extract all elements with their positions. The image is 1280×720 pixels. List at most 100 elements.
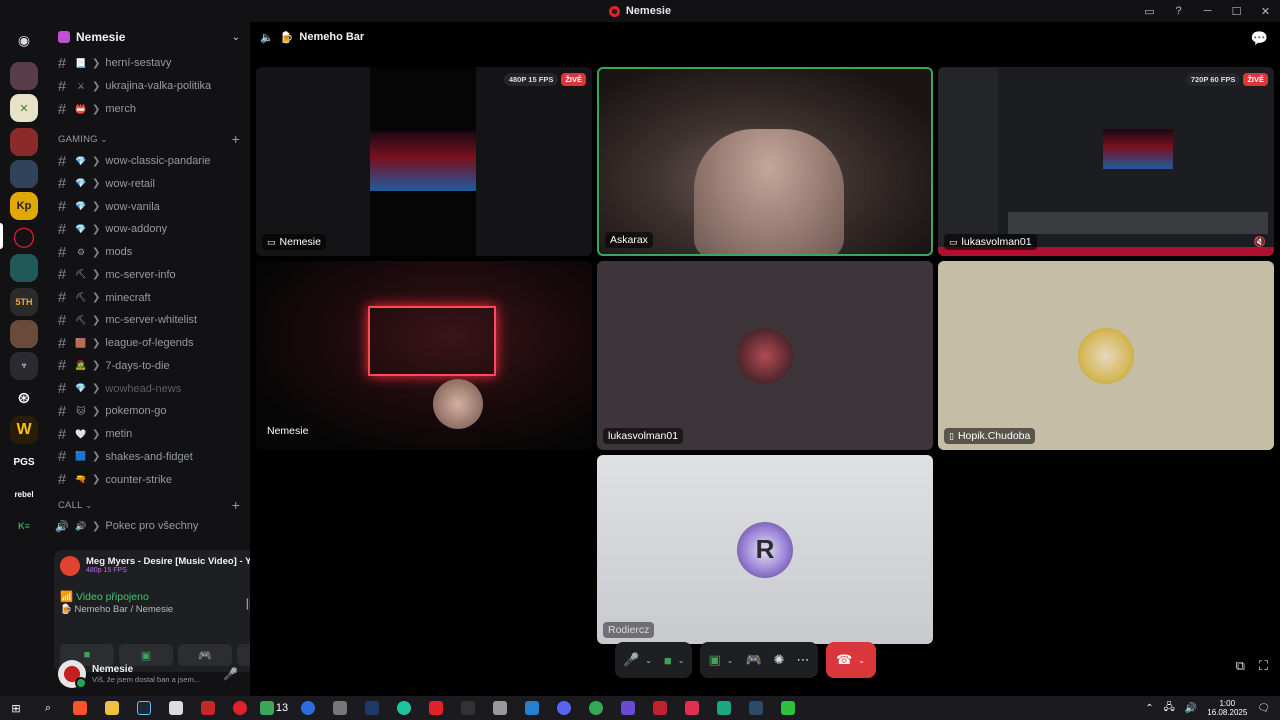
channel-item[interactable]: # 📃 ❯ herní-sestavy (54, 52, 244, 74)
server-icon[interactable]: W (10, 416, 38, 444)
screen-share-button[interactable]: ▣ ⌄ (708, 652, 733, 668)
server-icon[interactable]: Kp (10, 192, 38, 220)
search-icon[interactable]: ⌕ (32, 696, 64, 720)
chevron-down-icon[interactable]: ⌄ (645, 656, 652, 665)
camera-button[interactable]: ■ ⌄ (664, 653, 685, 668)
chevron-down-icon[interactable]: ⌄ (727, 656, 734, 665)
discord-home-icon[interactable]: ◉ (10, 26, 38, 54)
muted-speaker-icon[interactable]: 🔇 (1254, 237, 1266, 248)
channel-item[interactable]: # 🟫 ❯ league-of-legends (54, 332, 244, 354)
channel-item[interactable]: # 💎 ❯ wow-addony (54, 218, 244, 240)
notifications-icon[interactable]: 🗨 (1257, 703, 1270, 714)
app-icon[interactable] (192, 696, 224, 720)
chevron-down-icon[interactable]: ⌄ (678, 656, 685, 665)
channel-item[interactable]: # ⚙ ❯ mods (54, 241, 244, 263)
file-explorer-icon[interactable] (96, 696, 128, 720)
category-gaming[interactable]: GAMING ⌄ + (58, 131, 240, 147)
server-icon[interactable]: ♆ (10, 352, 38, 380)
brave-icon[interactable] (64, 696, 96, 720)
microphone-icon[interactable]: 🎤 (223, 667, 238, 681)
chevron-down-icon[interactable]: ⌄ (858, 656, 865, 665)
chevron-up-icon[interactable]: ⌃ (1145, 703, 1153, 714)
video-tile-camera[interactable]: Nemesie (256, 261, 592, 450)
app-icon[interactable] (324, 696, 356, 720)
soundboard-icon[interactable]: ✺ (774, 652, 785, 668)
network-icon[interactable]: 🖧 (1164, 700, 1175, 717)
app-icon-with-badge[interactable]: 13 (256, 696, 292, 720)
channel-item[interactable]: # 🤍 ❯ metin (54, 423, 244, 445)
channel-item[interactable]: # 💎 ❯ wow-classic-pandarie (54, 150, 244, 172)
server-icon[interactable] (10, 62, 38, 90)
popout-icon[interactable]: ⧉ (1236, 658, 1245, 674)
app-icon[interactable] (612, 696, 644, 720)
category-call[interactable]: CALL ⌄ + (58, 497, 240, 513)
channel-item[interactable]: # ⛏ ❯ mc-server-whitelist (54, 309, 244, 331)
server-icon-active[interactable]: ◯ (10, 222, 38, 250)
channel-item[interactable]: # 💎 ❯ wowhead-news (54, 378, 244, 400)
channel-item[interactable]: # 🔫 ❯ counter-strike (54, 469, 244, 491)
user-name[interactable]: Nemesie (92, 664, 212, 675)
epic-games-icon[interactable] (452, 696, 484, 720)
app-icon[interactable] (160, 696, 192, 720)
channel-item[interactable]: # ⛏ ❯ minecraft (54, 287, 244, 309)
channel-item[interactable]: # 🐱 ❯ pokemon-go (54, 400, 244, 422)
fullscreen-icon[interactable]: ⛶ (1259, 658, 1268, 674)
channel-item[interactable]: # ⚔ ❯ ukrajina-valka-politika (54, 75, 244, 97)
channel-item[interactable]: # 💎 ❯ wow-vanila (54, 196, 244, 218)
app-icon[interactable] (388, 696, 420, 720)
voice-channel-item[interactable]: 🔊 🔊 ❯ Pokec pro všechny (54, 515, 244, 537)
opera-gx-icon[interactable] (224, 696, 256, 720)
chat-icon[interactable]: 💬 (1251, 30, 1268, 47)
channel-item[interactable]: # 🧟 ❯ 7-days-to-die (54, 355, 244, 377)
server-icon[interactable] (10, 254, 38, 282)
app-icon[interactable] (292, 696, 324, 720)
server-icon[interactable] (10, 160, 38, 188)
channel-item[interactable]: # 📛 ❯ merch (54, 98, 244, 120)
channel-item[interactable]: # 🟦 ❯ shakes-and-fidget (54, 446, 244, 468)
video-tile-stream[interactable]: 720P 60 FPS ŽIVĚ ▭ lukasvolman01 🔇 (938, 67, 1274, 256)
server-icon[interactable]: rebel (10, 480, 38, 508)
discord-icon[interactable] (548, 696, 580, 720)
avatar[interactable] (58, 660, 87, 689)
add-channel-icon[interactable]: + (232, 131, 240, 147)
maximize-button[interactable]: ☐ (1222, 5, 1251, 18)
app-icon[interactable] (516, 696, 548, 720)
guild-header[interactable]: Nemesie ⌄ (48, 22, 250, 52)
video-tile-speaking[interactable]: Askarax (597, 67, 933, 256)
server-icon[interactable] (10, 128, 38, 156)
microphone-button[interactable]: 🎤 ⌄ (623, 652, 652, 668)
inbox-icon[interactable]: ▭ (1135, 5, 1164, 18)
server-icon[interactable]: K≡ (10, 512, 38, 540)
channel-item[interactable]: # ⛏ ❯ mc-server-info (54, 264, 244, 286)
video-tile-avatar[interactable]: ▯ Hopik.Chudoba (938, 261, 1274, 450)
video-tile-avatar[interactable]: lukasvolman01 (597, 261, 933, 450)
add-channel-icon[interactable]: + (232, 497, 240, 513)
app-icon[interactable] (644, 696, 676, 720)
video-tile-avatar[interactable]: R Rodiercz (597, 455, 933, 644)
steam-icon[interactable] (740, 696, 772, 720)
app-icon[interactable] (356, 696, 388, 720)
app-icon[interactable] (676, 696, 708, 720)
more-options-icon[interactable]: ⋯ (797, 652, 810, 668)
server-icon[interactable]: PGS (10, 448, 38, 476)
minimize-button[interactable]: ─ (1193, 5, 1222, 17)
server-icon[interactable]: ✕ (10, 94, 38, 122)
app-icon[interactable] (708, 696, 740, 720)
start-icon[interactable]: ⊞ (0, 696, 32, 720)
activities-icon[interactable]: 🎮 (745, 652, 761, 668)
help-icon[interactable]: ? (1164, 5, 1193, 17)
volume-icon[interactable]: 🔊 (1185, 703, 1197, 714)
server-icon[interactable]: ⊛ (10, 384, 38, 412)
chrome-icon[interactable] (580, 696, 612, 720)
app-icon[interactable] (772, 696, 804, 720)
app-icon[interactable] (484, 696, 516, 720)
disconnect-button[interactable]: ☎ ⌄ (825, 642, 876, 678)
server-icon[interactable]: 5TH (10, 288, 38, 316)
clock[interactable]: 1:00 16.08.2025 (1207, 699, 1247, 717)
video-tile-stream[interactable]: 480P 15 FPS ŽIVĚ ▭ Nemesie (256, 67, 592, 256)
close-button[interactable]: ✕ (1251, 5, 1280, 18)
server-icon[interactable] (10, 320, 38, 348)
app-icon[interactable] (420, 696, 452, 720)
channel-item[interactable]: # 💎 ❯ wow-retail (54, 173, 244, 195)
voice-location[interactable]: 🍺 Nemeho Bar / Nemesie (60, 604, 173, 615)
